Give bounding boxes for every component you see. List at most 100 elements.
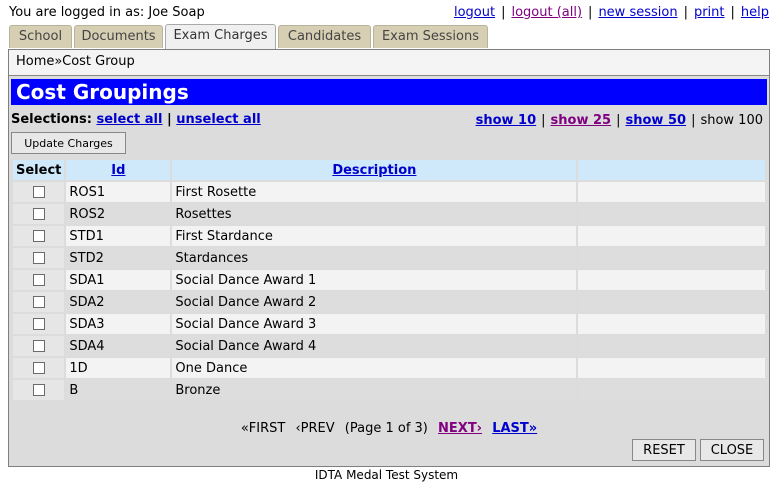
new-session-link[interactable]: new session xyxy=(598,5,677,20)
row-blank-cell xyxy=(578,358,765,378)
table-row: SDA2 Social Dance Award 2 xyxy=(13,292,765,312)
sort-by-description-link[interactable]: Description xyxy=(332,163,416,178)
row-description: Stardances xyxy=(172,248,577,268)
page-size-selector: show 10 | show 25 | show 50 | show 100 xyxy=(475,113,763,128)
row-checkbox[interactable] xyxy=(32,208,45,220)
row-checkbox[interactable] xyxy=(32,362,45,374)
logged-in-prefix: You are logged in as: xyxy=(9,5,145,20)
logout-link[interactable]: logout xyxy=(454,5,495,20)
row-select-cell xyxy=(13,226,65,246)
row-description: Bronze xyxy=(172,380,577,400)
row-id: SDA1 xyxy=(66,270,171,290)
row-id: STD2 xyxy=(66,248,171,268)
column-header-select: Select xyxy=(13,160,65,180)
row-id: SDA2 xyxy=(66,292,171,312)
column-header-blank xyxy=(578,160,765,180)
show-10-link[interactable]: show 10 xyxy=(476,113,537,128)
row-description: Rosettes xyxy=(172,204,577,224)
show-50-link[interactable]: show 50 xyxy=(626,113,687,128)
next-page-link[interactable]: NEXT› xyxy=(438,421,482,436)
row-blank-cell xyxy=(578,314,765,334)
row-checkbox[interactable] xyxy=(32,230,45,242)
row-description: Social Dance Award 3 xyxy=(172,314,577,334)
row-checkbox[interactable] xyxy=(32,186,45,198)
breadcrumb-text: Home»Cost Group xyxy=(16,54,135,69)
last-page-link[interactable]: LAST» xyxy=(492,421,537,436)
table-row: ROS1 First Rosette xyxy=(13,182,765,202)
print-link[interactable]: print xyxy=(694,5,725,20)
show-25-link[interactable]: show 25 xyxy=(551,113,612,128)
top-bar: You are logged in as: Joe Soap logout | lo… xyxy=(9,4,769,22)
row-id: SDA3 xyxy=(66,314,171,334)
row-blank-cell xyxy=(578,270,765,290)
logged-in-status: You are logged in as: Joe Soap xyxy=(9,5,205,20)
page-status: (Page 1 of 3) xyxy=(344,421,428,436)
table-row: ROS2 Rosettes xyxy=(13,204,765,224)
pagination: «FIRST ‹PREV (Page 1 of 3) NEXT› LAST» xyxy=(9,421,769,436)
row-id: 1D xyxy=(66,358,171,378)
row-description: Social Dance Award 1 xyxy=(172,270,577,290)
show-100-current: show 100 xyxy=(700,113,763,128)
table-row: SDA3 Social Dance Award 3 xyxy=(13,314,765,334)
column-header-description: Description xyxy=(172,160,577,180)
reset-button[interactable]: RESET xyxy=(632,439,696,461)
breadcrumb: Home»Cost Group xyxy=(9,50,769,76)
row-select-cell xyxy=(13,380,65,400)
table-row: B Bronze xyxy=(13,380,765,400)
table-row: 1D One Dance xyxy=(13,358,765,378)
row-checkbox[interactable] xyxy=(32,340,45,352)
prev-page-label: ‹PREV xyxy=(295,421,335,436)
update-charges-button[interactable]: Update Charges xyxy=(11,132,126,154)
row-checkbox[interactable] xyxy=(32,384,45,396)
cost-groupings-table: Select Id Description ROS1 First Rosette R… xyxy=(11,158,767,402)
row-blank-cell xyxy=(578,336,765,356)
logout-all-link[interactable]: logout (all) xyxy=(511,5,582,20)
row-select-cell xyxy=(13,270,65,290)
row-checkbox[interactable] xyxy=(32,318,45,330)
row-id: B xyxy=(66,380,171,400)
table-body: ROS1 First Rosette ROS2 Rosettes STD1 First S… xyxy=(13,182,765,400)
row-select-cell xyxy=(13,358,65,378)
help-link[interactable]: help xyxy=(741,5,769,20)
user-name: Joe Soap xyxy=(148,5,205,20)
row-description: One Dance xyxy=(172,358,577,378)
column-header-id: Id xyxy=(66,160,171,180)
row-blank-cell xyxy=(578,226,765,246)
table-row: SDA1 Social Dance Award 1 xyxy=(13,270,765,290)
selections-label: Selections: xyxy=(11,112,92,127)
tab-school[interactable]: School xyxy=(9,25,72,48)
close-button[interactable]: CLOSE xyxy=(700,439,764,461)
row-blank-cell xyxy=(578,248,765,268)
row-select-cell xyxy=(13,292,65,312)
row-blank-cell xyxy=(578,292,765,312)
unselect-all-link[interactable]: unselect all xyxy=(176,112,260,127)
row-id: ROS1 xyxy=(66,182,171,202)
row-select-cell xyxy=(13,248,65,268)
row-checkbox[interactable] xyxy=(32,252,45,264)
select-all-link[interactable]: select all xyxy=(96,112,162,127)
row-id: SDA4 xyxy=(66,336,171,356)
first-page-label: «FIRST xyxy=(240,421,286,436)
row-blank-cell xyxy=(578,380,765,400)
row-blank-cell xyxy=(578,204,765,224)
tab-exam-charges[interactable]: Exam Charges xyxy=(165,24,276,50)
row-id: STD1 xyxy=(66,226,171,246)
row-description: Social Dance Award 2 xyxy=(172,292,577,312)
row-id: ROS2 xyxy=(66,204,171,224)
row-description: First Rosette xyxy=(172,182,577,202)
sort-by-id-link[interactable]: Id xyxy=(111,163,125,178)
footer-text: IDTA Medal Test System xyxy=(314,468,459,482)
row-description: Social Dance Award 4 xyxy=(172,336,577,356)
tab-documents[interactable]: Documents xyxy=(74,25,163,48)
row-checkbox[interactable] xyxy=(32,296,45,308)
top-links: logout | logout (all) | new session | print | he… xyxy=(453,5,769,20)
tab-exam-sessions[interactable]: Exam Sessions xyxy=(373,25,488,48)
row-select-cell xyxy=(13,336,65,356)
table-row: SDA4 Social Dance Award 4 xyxy=(13,336,765,356)
tab-candidates[interactable]: Candidates xyxy=(278,25,371,48)
page-title-bar: Cost Groupings xyxy=(11,79,767,105)
table-row: STD1 First Stardance xyxy=(13,226,765,246)
row-select-cell xyxy=(13,204,65,224)
main-panel: Home»Cost Group Cost Groupings Selection… xyxy=(8,49,770,467)
row-checkbox[interactable] xyxy=(32,274,45,286)
